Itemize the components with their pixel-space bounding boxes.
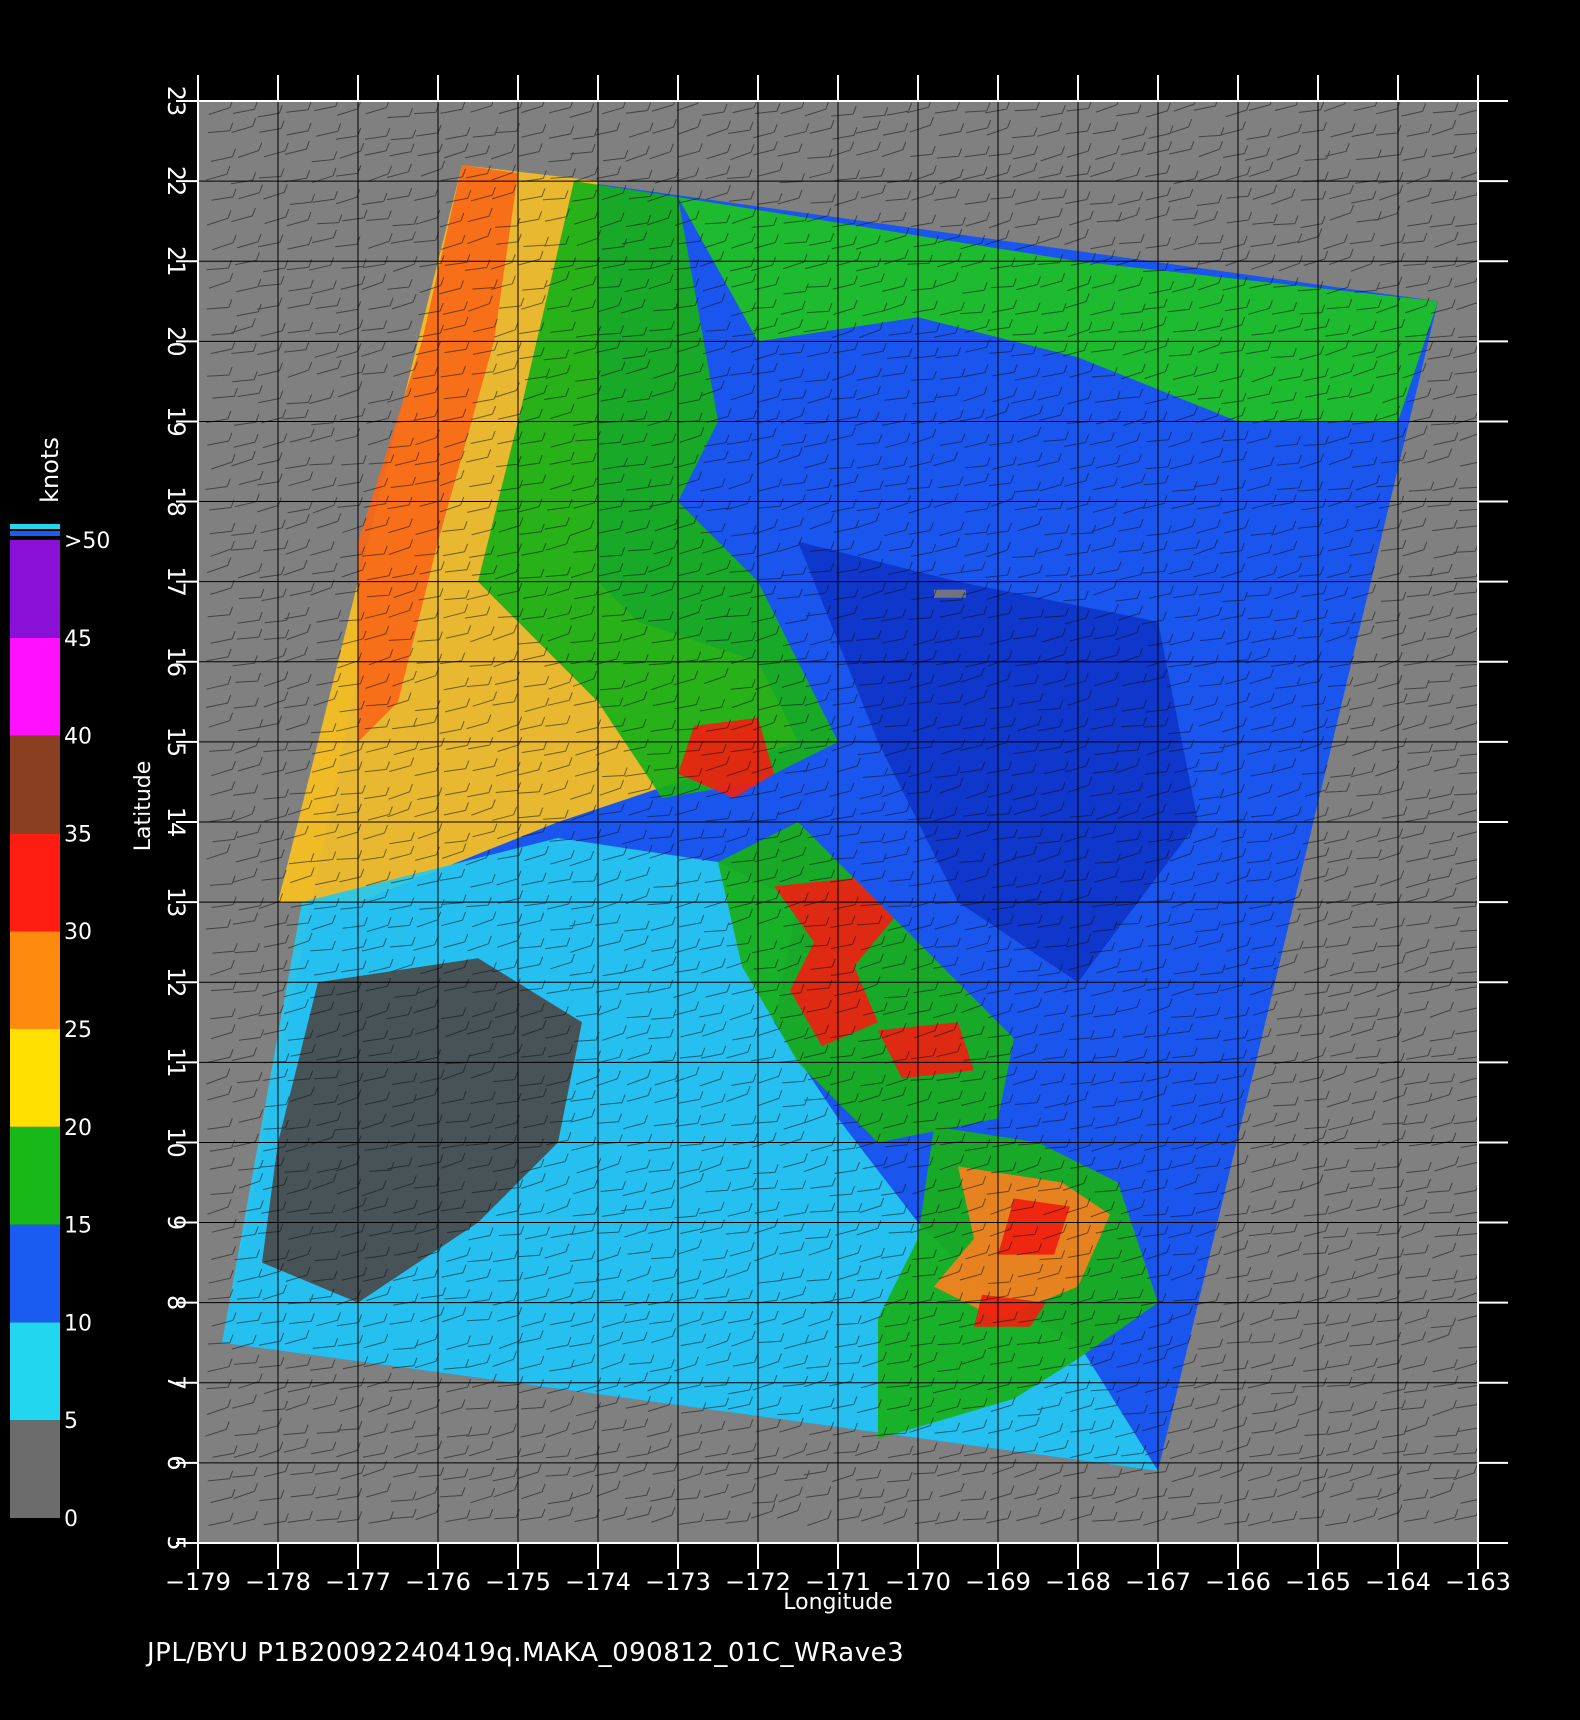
colorbar-bin [10,931,60,1029]
x-tick-label: −172 [725,1568,791,1596]
x-tick-label: −167 [1125,1568,1191,1596]
x-tick-label: −174 [565,1568,631,1596]
y-tick-label: 7 [162,1375,190,1390]
product-caption: JPL/BYU P1B20092240419q.MAKA_090812_01C_… [147,1638,905,1668]
colorbar-tick-label: 20 [64,1116,92,1141]
colorbar-bin [10,540,60,638]
colorbar-overflow-marker [10,524,60,529]
x-tick-label: −178 [245,1568,311,1596]
x-tick-label: −175 [485,1568,551,1596]
x-tick-label: −169 [965,1568,1031,1596]
x-tick-label: −165 [1285,1568,1351,1596]
colorbar-tick-label: 0 [64,1507,78,1532]
x-tick-label: −177 [325,1568,391,1596]
colorbar-overflow-marker [10,531,60,536]
y-axis-label: Latitude [131,761,156,852]
colorbar-tick-label: 25 [64,1018,92,1043]
x-tick-label: −163 [1445,1568,1511,1596]
colorbar-tick-label: 5 [64,1409,78,1434]
y-tick-label: 21 [162,246,190,277]
colorbar [10,524,60,1518]
x-tick-label: −166 [1205,1568,1271,1596]
y-tick-label: 22 [162,166,190,197]
y-tick-label: 17 [162,566,190,597]
colorbar-tick-label: 15 [64,1214,92,1239]
colorbar-unit: knots [36,437,64,503]
colorbar-bin [10,637,60,736]
colorbar-tick-label: 45 [64,627,92,652]
y-tick-label: 13 [162,887,190,918]
y-tick-label: 18 [162,486,190,517]
colorbar-bin [10,833,60,932]
colorbar-bin [10,1224,60,1323]
x-tick-label: −168 [1045,1568,1111,1596]
y-tick-label: 8 [162,1295,190,1310]
colorbar-tick-label: 30 [64,920,92,945]
x-tick-label: −179 [165,1568,231,1596]
y-tick-label: 12 [162,967,190,998]
colorbar-tick-label: 40 [64,725,92,750]
y-tick-label: 23 [162,86,190,117]
y-tick-label: 11 [162,1047,190,1078]
colorbar-tick-label: 35 [64,822,92,847]
x-tick-label: −164 [1365,1568,1431,1596]
x-tick-label: −170 [885,1568,951,1596]
y-tick-label: 14 [162,807,190,838]
x-tick-label: −176 [405,1568,471,1596]
y-tick-label: 10 [162,1127,190,1158]
colorbar-bin [10,1029,60,1127]
colorbar-bin [10,1420,60,1518]
x-axis-label: Longitude [783,1590,892,1615]
y-tick-label: 20 [162,326,190,357]
y-tick-label: 16 [162,647,190,678]
colorbar-tick-label: 10 [64,1311,92,1336]
colorbar-bin [10,1126,60,1225]
colorbar-bin [10,1322,60,1421]
y-tick-label: 5 [162,1535,190,1550]
y-tick-label: 6 [162,1455,190,1470]
x-tick-label: −173 [645,1568,711,1596]
wind-speed-map: −179 −178 −177 −176 −175 −174 −173 −172 −171 −170… [0,0,1580,1720]
colorbar-tick-label: >50 [64,529,110,554]
y-tick-label: 9 [162,1215,190,1230]
y-tick-label: 15 [162,727,190,758]
colorbar-bin [10,735,60,834]
y-tick-label: 19 [162,406,190,437]
wind-region-0-5 [934,589,966,598]
